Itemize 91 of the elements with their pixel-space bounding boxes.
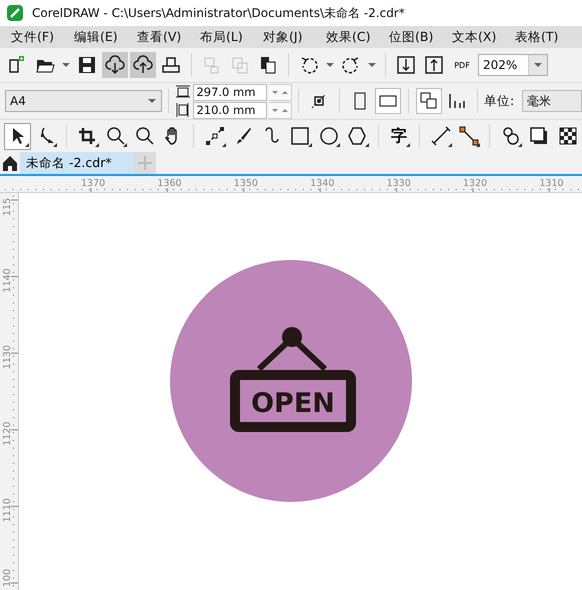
- home-icon: [2, 155, 18, 171]
- connector-icon: [459, 126, 480, 146]
- toolbar-button[interactable]: PDF: [449, 52, 475, 78]
- undo-icon: [299, 55, 319, 75]
- app-logo-icon: [6, 4, 24, 22]
- flyout-corner-icon: [222, 142, 226, 146]
- page-plus-icon: [7, 55, 27, 75]
- ruler-label: 1110: [2, 498, 13, 522]
- dimension-field[interactable]: 297.0 mm: [193, 84, 268, 100]
- ruler-label: 1330: [386, 178, 411, 189]
- bars-icon: [447, 91, 468, 111]
- toolbar-button[interactable]: [416, 88, 442, 114]
- flyout-corner-icon: [123, 142, 128, 146]
- page-width-icon: [175, 102, 192, 118]
- checkerboard-icon: [558, 126, 578, 146]
- plus-icon: [138, 156, 152, 170]
- toolbar-button[interactable]: [130, 52, 156, 78]
- flyout-corner-icon: [53, 142, 58, 146]
- menu-item[interactable]: 查看(V): [126, 28, 189, 46]
- flyout-corner-icon: [308, 142, 312, 146]
- printer-icon: [161, 55, 181, 75]
- flyout-corner-icon: [24, 142, 29, 146]
- ruler-label: 1130: [2, 345, 13, 370]
- import-icon: [396, 55, 416, 75]
- magnifier-icon: [134, 126, 155, 146]
- ruler-label: 1140: [2, 268, 13, 293]
- unit-label: 单位:: [484, 92, 514, 110]
- caret-icon: [368, 63, 376, 67]
- caret-icon: [62, 63, 70, 67]
- unit-value: 毫米: [526, 92, 552, 110]
- magnifier-icon: [106, 126, 126, 146]
- circle-icon: [318, 126, 339, 146]
- sign-label: OPEN: [251, 388, 335, 419]
- pages-icon: [419, 91, 440, 111]
- ruler-label: 1310: [539, 178, 564, 189]
- caret-icon: [534, 63, 542, 67]
- tool-button[interactable]: [4, 122, 31, 150]
- redo-icon: [341, 55, 361, 75]
- flyout-corner-icon: [406, 142, 410, 146]
- spin-buttons[interactable]: [269, 84, 292, 100]
- spin-arrows-icon: [271, 88, 290, 96]
- ruler-label: 1120: [2, 422, 13, 446]
- document-tab[interactable]: 未命名 -2.cdr*: [20, 152, 134, 174]
- flyout-corner-icon: [364, 142, 369, 146]
- ruler-label: 115: [2, 198, 13, 216]
- rectangle-icon: [290, 126, 310, 146]
- toolbar-button[interactable]: [375, 88, 402, 114]
- caret-icon: [148, 99, 156, 103]
- blend-circles-icon: [500, 126, 521, 146]
- menu-item[interactable]: 位图(B): [378, 28, 441, 46]
- ruler-label: 100: [2, 568, 13, 587]
- ruler-label: 1320: [463, 178, 488, 189]
- export-icon: [424, 55, 444, 75]
- zoom-combo[interactable]: 202%: [478, 54, 548, 76]
- spin-arrows-icon: [271, 106, 290, 114]
- menu-item[interactable]: 对象(J): [252, 28, 315, 46]
- caret-icon: [326, 63, 334, 67]
- cloud-download-icon: [105, 55, 125, 75]
- toolbar-button[interactable]: [102, 52, 128, 78]
- crop-icon: [77, 126, 98, 146]
- menu-item[interactable]: 布局(L): [189, 28, 252, 46]
- clipboard-icon: [258, 55, 278, 75]
- tool-button[interactable]: 字: [386, 122, 412, 150]
- dimension-line-icon: [430, 126, 451, 146]
- ruler-label: 1350: [234, 178, 258, 189]
- flyout-corner-icon: [476, 142, 480, 146]
- hexagon-icon: [347, 126, 368, 146]
- dimension-field[interactable]: 210.0 mm: [193, 102, 268, 118]
- unit-dropdown[interactable]: 毫米: [522, 90, 582, 112]
- flyout-corner-icon: [448, 142, 452, 146]
- page-size-dropdown[interactable]: A4: [5, 90, 162, 112]
- line-nodes-icon: [204, 126, 225, 146]
- menu-item[interactable]: 文件(F): [0, 28, 63, 46]
- flyout-corner-icon: [518, 142, 522, 146]
- page-height-icon: [175, 84, 192, 100]
- flyout-corner-icon: [336, 142, 340, 146]
- menu-item[interactable]: 文本(X): [441, 28, 504, 46]
- ruler-label: 1360: [157, 178, 182, 189]
- zoom-value: 202%: [482, 58, 518, 72]
- menu-item[interactable]: 表格(T): [504, 28, 567, 46]
- menu-item[interactable]: 效果(C): [315, 28, 378, 46]
- flyout-corner-icon: [94, 142, 99, 146]
- window-title: CorelDRAW - C:\Users\Administrator\Documents\未命名 -2.cdr*: [32, 4, 405, 22]
- menu-item[interactable]: 编辑(E): [63, 28, 126, 46]
- page-size-value: A4: [9, 94, 27, 108]
- ruler-label: 1370: [81, 178, 106, 189]
- documents-icon: [230, 55, 250, 75]
- cloud-upload-icon: [133, 55, 153, 75]
- ruler-label: 1340: [310, 178, 334, 189]
- spin-buttons[interactable]: [269, 102, 292, 118]
- drop-shadow-icon: [529, 126, 550, 146]
